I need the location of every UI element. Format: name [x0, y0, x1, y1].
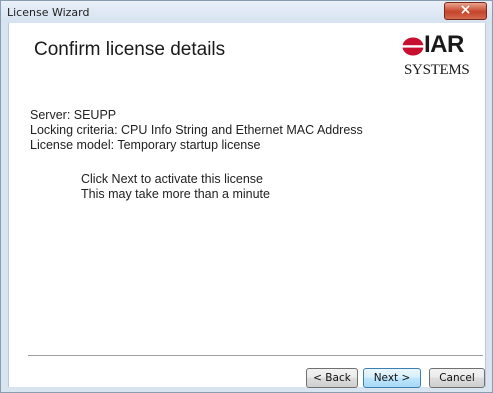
notice-line-2: This may take more than a minute [81, 187, 270, 201]
license-model-text: License model: Temporary startup license [30, 138, 261, 152]
license-wizard-window: License Wizard × Confirm license details… [0, 0, 493, 393]
back-button[interactable]: < Back [306, 368, 358, 388]
close-icon: × [459, 2, 472, 18]
footer-separator [28, 355, 483, 357]
logo-brand: IAR [424, 31, 464, 58]
page-title: Confirm license details [34, 39, 226, 60]
server-text: Server: SEUPP [30, 108, 117, 122]
next-button[interactable]: Next > [363, 368, 421, 388]
notice-line-1: Click Next to activate this license [81, 172, 264, 186]
close-button[interactable]: × [444, 2, 487, 20]
cancel-button[interactable]: Cancel [429, 368, 485, 388]
iar-systems-logo: IAR SYSTEMS [399, 29, 471, 85]
locking-criteria-text: Locking criteria: CPU Info String and Et… [30, 123, 363, 137]
logo-subtitle: SYSTEMS [404, 62, 470, 78]
window-title: License Wizard [7, 6, 90, 19]
license-details: Server: SEUPP Locking criteria: CPU Info… [30, 108, 363, 153]
iar-logo-mark-icon [402, 37, 424, 56]
title-bar[interactable]: License Wizard × [1, 1, 492, 23]
activation-notice: Click Next to activate this license This… [81, 172, 270, 202]
